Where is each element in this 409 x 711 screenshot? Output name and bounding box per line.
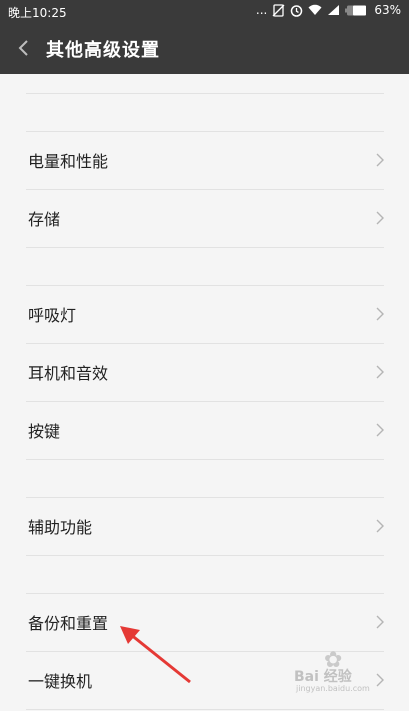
chevron-right-icon — [376, 673, 384, 686]
page-title: 其他高级设置 — [46, 40, 160, 61]
status-bar: 晚上10:25 ... 63% — [0, 0, 409, 22]
back-button[interactable] — [14, 38, 34, 58]
divider — [26, 247, 384, 248]
no-sim-icon — [272, 3, 285, 17]
chevron-right-icon — [376, 307, 384, 320]
settings-item-storage[interactable]: 存储 — [0, 189, 409, 246]
alarm-icon — [290, 4, 303, 17]
chevron-right-icon — [376, 211, 384, 224]
settings-item-label: 按键 — [28, 421, 61, 441]
more-dots-icon: ... — [255, 3, 268, 17]
settings-item-backup-reset[interactable]: 备份和重置 — [0, 593, 409, 650]
divider — [26, 709, 384, 710]
settings-item-label: 存储 — [28, 209, 61, 229]
divider — [26, 555, 384, 556]
settings-item-label: 备份和重置 — [28, 613, 109, 633]
settings-item-label: 辅助功能 — [28, 517, 93, 537]
chevron-right-icon — [376, 153, 384, 166]
signal-icon — [327, 4, 340, 16]
chevron-right-icon — [376, 423, 384, 436]
header-bar: 其他高级设置 — [0, 22, 409, 74]
chevron-right-icon — [376, 519, 384, 532]
wifi-icon — [308, 4, 322, 16]
status-time: 晚上10:25 — [8, 6, 67, 20]
chevron-left-icon — [18, 40, 28, 56]
settings-item-label: 呼吸灯 — [28, 305, 77, 325]
divider — [26, 93, 384, 94]
status-icons: ... 63% — [256, 3, 401, 17]
settings-item-headphones-audio[interactable]: 耳机和音效 — [0, 343, 409, 400]
settings-item-buttons[interactable]: 按键 — [0, 401, 409, 458]
battery-percent: 63% — [374, 3, 401, 17]
divider — [26, 459, 384, 460]
battery-icon — [345, 5, 367, 16]
settings-item-label: 电量和性能 — [28, 151, 109, 171]
settings-item-label: 一键换机 — [28, 671, 93, 691]
chevron-right-icon — [376, 365, 384, 378]
settings-item-notification-light[interactable]: 呼吸灯 — [0, 285, 409, 342]
settings-list: 电量和性能 存储 呼吸灯 耳机和音效 按键 辅助功能 备份和重置 一键换机 — [0, 74, 409, 711]
settings-item-phone-migration[interactable]: 一键换机 — [0, 651, 409, 708]
chevron-right-icon — [376, 615, 384, 628]
settings-item-battery-performance[interactable]: 电量和性能 — [0, 131, 409, 188]
settings-item-label: 耳机和音效 — [28, 363, 109, 383]
settings-item-accessibility[interactable]: 辅助功能 — [0, 497, 409, 554]
